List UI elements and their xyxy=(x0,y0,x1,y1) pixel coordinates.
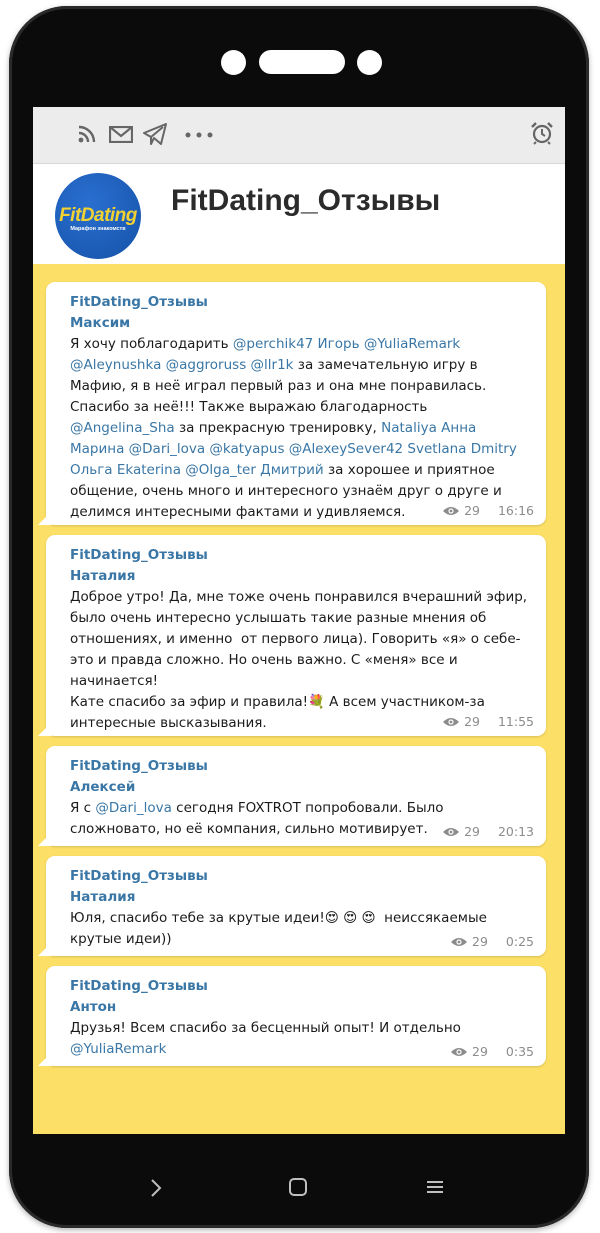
views-count: 29 xyxy=(464,824,480,839)
message-text-segment: Я с xyxy=(70,800,96,816)
message-bubble[interactable]: FitDating_Отзывы Максим Я хочу поблагода… xyxy=(46,282,546,525)
views-eye-icon xyxy=(443,717,460,726)
channel-avatar[interactable]: FitDating Марафон знакомств xyxy=(55,173,141,259)
message-time: 20:13 xyxy=(497,824,534,839)
message-time: 16:16 xyxy=(497,503,534,518)
more-dots-icon[interactable] xyxy=(185,132,213,138)
message-channel-name[interactable]: FitDating_Отзывы xyxy=(70,545,532,566)
message-author[interactable]: Максим xyxy=(70,313,532,334)
message-text-segment: за прекрасную тренировку, xyxy=(174,420,382,436)
logo-text: FitDating xyxy=(59,205,137,226)
front-camera xyxy=(221,50,246,75)
telegram-icon xyxy=(143,123,167,145)
mention-link[interactable]: @YuliaRemark xyxy=(70,1041,166,1057)
home-square-icon[interactable] xyxy=(288,1177,308,1197)
system-nav-bar xyxy=(0,1150,600,1220)
mention-link[interactable]: @Dari_lova xyxy=(95,800,172,816)
back-chevron-icon[interactable] xyxy=(150,1178,162,1198)
message-time: 11:55 xyxy=(497,714,534,729)
message-bubble[interactable]: FitDating_Отзывы Алексей Я с @Dari_lova … xyxy=(46,746,546,846)
message-text-segment: Доброе утро! Да, мне тоже очень понравил… xyxy=(70,589,528,731)
views-eye-icon xyxy=(451,1047,468,1056)
message-time: 0:25 xyxy=(505,934,534,949)
message-author[interactable]: Антон xyxy=(70,997,532,1018)
message-time: 0:35 xyxy=(505,1044,534,1059)
views-count: 29 xyxy=(472,1044,488,1059)
views-count: 29 xyxy=(464,714,480,729)
screen: FitDating Марафон знакомств FitDating_От… xyxy=(33,107,565,1134)
message-author[interactable]: Наталия xyxy=(70,566,532,587)
message-bubble[interactable]: FitDating_Отзывы Наталия Юля, спасибо те… xyxy=(46,856,546,956)
views-count: 29 xyxy=(472,934,488,949)
message-meta: 29 0:25 xyxy=(450,931,534,952)
message-author[interactable]: Алексей xyxy=(70,777,532,798)
message-meta: 29 11:55 xyxy=(442,711,534,732)
views-eye-icon xyxy=(443,827,460,836)
message-meta: 29 20:13 xyxy=(442,821,534,842)
message-meta: 29 16:16 xyxy=(442,500,534,521)
message-bubble[interactable]: FitDating_Отзывы Наталия Доброе утро! Да… xyxy=(46,535,546,736)
channel-title: FitDating_Отзывы xyxy=(171,184,441,217)
message-text-segment: Юля, спасибо тебе за крутые идеи!😍 😍 😍 н… xyxy=(70,910,492,947)
views-count: 29 xyxy=(464,503,480,518)
menu-lines-icon[interactable] xyxy=(426,1180,444,1194)
mention-link[interactable]: @Angelina_Sha xyxy=(70,420,175,436)
message-text-segment: Я хочу поблагодарить xyxy=(70,336,233,352)
message-channel-name[interactable]: FitDating_Отзывы xyxy=(70,976,532,997)
rss-icon xyxy=(78,125,96,143)
logo-subtitle: Марафон знакомств xyxy=(70,226,126,232)
mail-icon xyxy=(109,126,133,143)
message-channel-name[interactable]: FitDating_Отзывы xyxy=(70,866,532,887)
alarm-icon xyxy=(531,122,553,145)
status-bar xyxy=(33,107,565,164)
message-meta: 29 0:35 xyxy=(450,1041,534,1062)
message-author[interactable]: Наталия xyxy=(70,887,532,908)
message-channel-name[interactable]: FitDating_Отзывы xyxy=(70,292,532,313)
message-bubble[interactable]: FitDating_Отзывы Антон Друзья! Всем спас… xyxy=(46,966,546,1066)
channel-header[interactable]: FitDating Марафон знакомств FitDating_От… xyxy=(33,164,565,264)
message-channel-name[interactable]: FitDating_Отзывы xyxy=(70,756,532,777)
earpiece-speaker xyxy=(259,50,345,74)
front-sensor xyxy=(357,50,382,75)
message-text: Я хочу поблагодарить @perchik47 Игорь @Y… xyxy=(70,334,532,523)
views-eye-icon xyxy=(443,506,460,515)
message-text-segment: Друзья! Всем спасибо за бесценный опыт! … xyxy=(70,1020,466,1036)
views-eye-icon xyxy=(451,937,468,946)
